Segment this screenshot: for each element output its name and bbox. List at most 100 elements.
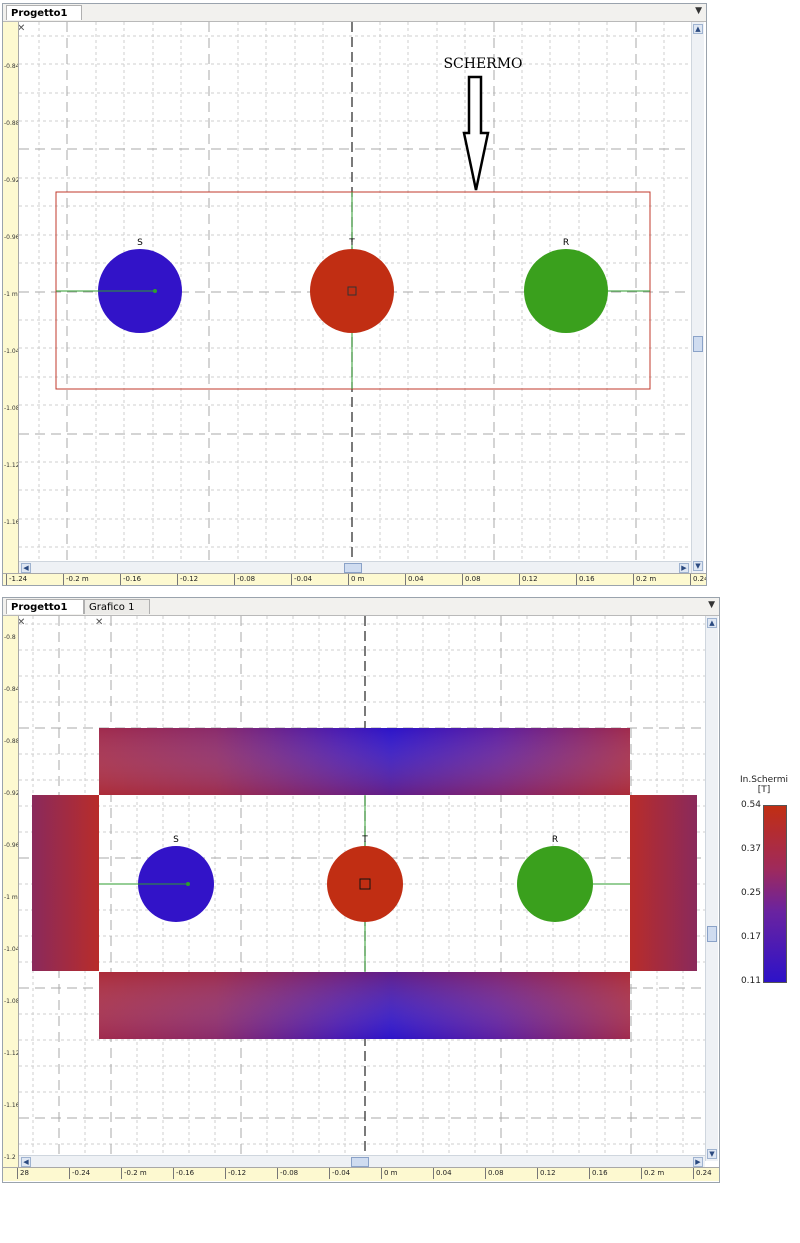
bottom-panel: Progetto1✕ Grafico 1✕ ▼ S T R ▲ ▼ ◀ ▶ -0… [2, 597, 720, 1183]
scroll-left-button[interactable]: ◀ [21, 563, 31, 573]
legend-title-line2: [T] [757, 785, 771, 795]
scroll-thumb-h[interactable] [344, 563, 362, 573]
y-tick-label: -0.88 [4, 738, 18, 745]
y-tick-label: -0.88 [4, 120, 18, 127]
legend-value: 0.25 [740, 888, 761, 898]
scroll-up-button[interactable]: ▲ [707, 618, 717, 628]
legend-title: In.Schermi [T] [735, 775, 793, 795]
y-tick-label: -1.04 [4, 348, 18, 355]
x-tick-label: 28 [17, 1168, 29, 1179]
scroll-thumb-h[interactable] [351, 1157, 369, 1167]
legend-value: 0.37 [740, 844, 761, 854]
x-tick-label: -0.12 [225, 1168, 246, 1179]
x-tick-label: -0.2 m [121, 1168, 147, 1179]
y-tick-label: -1.12 [4, 462, 18, 469]
scroll-up-button[interactable]: ▲ [693, 24, 703, 34]
x-tick-label: 0.16 [589, 1168, 608, 1179]
screen-top[interactable] [99, 728, 630, 795]
chevron-down-icon[interactable]: ▼ [708, 600, 715, 610]
drawing-canvas-top[interactable]: S T R SCHERMO [19, 22, 691, 573]
y-tick-label: -0.92 [4, 790, 18, 797]
x-tick-label: 0 m [381, 1168, 398, 1179]
y-tick-label: -0.84 [4, 63, 18, 70]
x-tick-label: -0.16 [173, 1168, 194, 1179]
tab-grafico-1[interactable]: Grafico 1✕ [84, 599, 150, 628]
y-tick-label: -1.08 [4, 405, 18, 412]
legend-color-bar [763, 805, 787, 983]
y-tick-label: -0.8 [4, 634, 16, 641]
conductor-label-t: T [348, 238, 355, 248]
x-tick-label: -0.2 m [63, 574, 89, 585]
vertical-scrollbar-bottom[interactable]: ▲ ▼ [705, 616, 718, 1161]
y-tick-label: -1.04 [4, 946, 18, 953]
chevron-down-icon[interactable]: ▼ [695, 6, 702, 16]
conductor-r[interactable] [517, 846, 593, 922]
tab-progetto1-top[interactable]: Progetto1✕ [6, 5, 82, 34]
conductor-label-r: R [552, 835, 558, 845]
x-tick-label: 0 m [348, 574, 365, 585]
x-tick-label: 0.08 [485, 1168, 504, 1179]
x-tick-label: 0.08 [462, 574, 481, 585]
x-tick-label: 0.24 [693, 1168, 712, 1179]
drawing-canvas-bottom[interactable]: S T R [19, 616, 705, 1167]
x-tick-label: 0.24 [690, 574, 706, 585]
conductor-t[interactable] [327, 846, 403, 922]
x-tick-label: -0.16 [120, 574, 141, 585]
top-tab-bar: Progetto1✕ ▼ [3, 4, 706, 34]
y-tick-label: -0.92 [4, 177, 18, 184]
y-tick-label: -1.16 [4, 1102, 18, 1109]
legend-value: 0.11 [740, 976, 761, 986]
legend-value: 0.17 [740, 932, 761, 942]
conductor-label-t: T [361, 835, 368, 845]
arrow-down-icon [462, 75, 490, 191]
y-tick-label: -1.16 [4, 519, 18, 526]
screen-left[interactable] [32, 795, 99, 971]
x-tick-label: -0.08 [277, 1168, 298, 1179]
scroll-down-button[interactable]: ▼ [707, 1149, 717, 1159]
y-tick-label: -1.08 [4, 998, 18, 1005]
conductor-t[interactable] [310, 249, 394, 333]
scroll-thumb[interactable] [693, 336, 703, 352]
conductor-r[interactable] [524, 249, 608, 333]
screen-bottom[interactable] [99, 972, 630, 1039]
legend-title-line1: In.Schermi [740, 775, 788, 785]
scroll-thumb[interactable] [707, 926, 717, 942]
x-tick-label: -1.24 [6, 574, 27, 585]
x-tick-label: 0.16 [576, 574, 595, 585]
x-tick-label: 0.2 m [633, 574, 656, 585]
bottom-tab-bar: Progetto1✕ Grafico 1✕ ▼ [3, 598, 719, 628]
node-marker [153, 289, 157, 293]
x-tick-label: 0.12 [519, 574, 538, 585]
scroll-down-button[interactable]: ▼ [693, 561, 703, 571]
x-tick-label: -0.08 [234, 574, 255, 585]
node-marker [186, 882, 190, 886]
y-tick-label: -1.12 [4, 1050, 18, 1057]
color-legend: In.Schermi [T] 0.54 0.37 0.25 0.17 0.11 [735, 775, 800, 995]
x-tick-label: 0.04 [405, 574, 424, 585]
x-tick-label: 0.2 m [641, 1168, 664, 1179]
screen-right[interactable] [630, 795, 697, 971]
scroll-left-button[interactable]: ◀ [21, 1157, 31, 1167]
tab-label: Progetto1 [11, 602, 68, 613]
y-tick-label: -0.96 [4, 842, 18, 849]
y-tick-label: -0.84 [4, 686, 18, 693]
bottom-ruler-bottom [3, 1167, 719, 1181]
vertical-scrollbar-top[interactable]: ▲ ▼ [691, 22, 704, 573]
y-tick-label: -1.2 [4, 1154, 16, 1161]
y-tick-label: -1 m [4, 291, 18, 298]
scroll-right-button[interactable]: ▶ [679, 563, 689, 573]
x-tick-label: -0.12 [177, 574, 198, 585]
x-tick-label: -0.04 [329, 1168, 350, 1179]
x-tick-label: -0.04 [291, 574, 312, 585]
schermo-annotation: SCHERMO [443, 56, 522, 72]
conductor-label-s: S [173, 835, 179, 845]
conductor-label-r: R [563, 238, 569, 248]
x-tick-label: -0.24 [69, 1168, 90, 1179]
legend-value: 0.54 [740, 800, 761, 810]
x-tick-label: 0.04 [433, 1168, 452, 1179]
scroll-right-button[interactable]: ▶ [693, 1157, 703, 1167]
tab-label: Grafico 1 [89, 602, 135, 613]
tab-progetto1-bottom[interactable]: Progetto1✕ [6, 599, 84, 628]
conductor-label-s: S [137, 238, 143, 248]
top-panel: Progetto1✕ ▼ S T R SCHERMO ▲ ▼ ◀ ▶ -0.84… [2, 3, 707, 586]
